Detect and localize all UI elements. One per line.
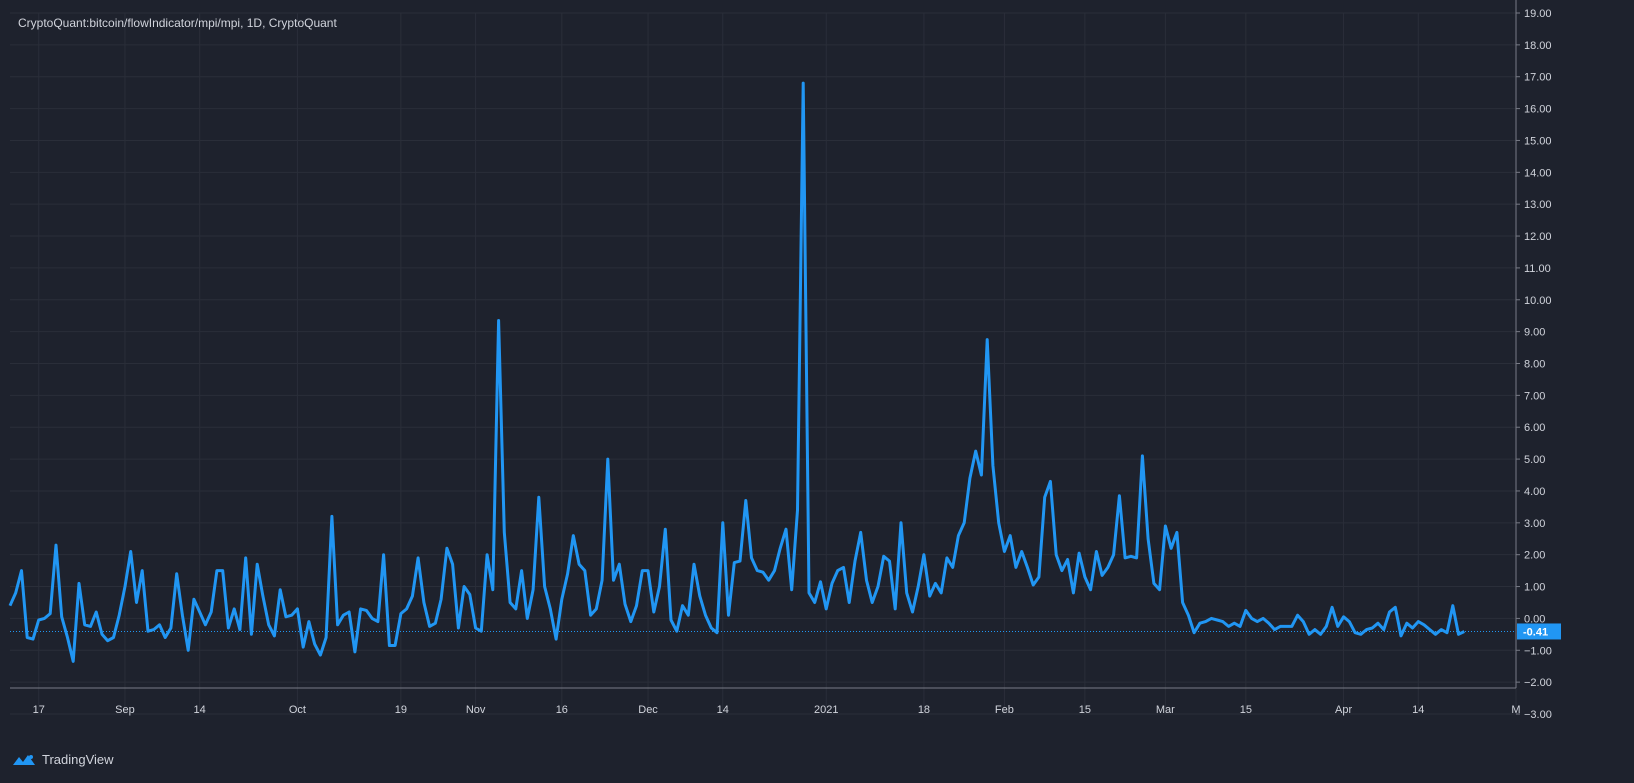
x-tick-label: 18 — [918, 704, 930, 716]
chart-area[interactable]: −3.00 −2.00 −1.00 0.00 1.00 2.00 3.00 4.00 5.00 6… — [0, 0, 1634, 778]
x-tick-label: Mar — [1156, 704, 1175, 716]
x-tick-label: M — [1511, 704, 1520, 716]
series-layer — [8, 81, 1516, 663]
y-tick-label: 12.00 — [1524, 231, 1552, 243]
y-tick-label: 7.00 — [1524, 390, 1545, 402]
tradingview-label: TradingView — [42, 752, 114, 767]
x-tick-label: Sep — [115, 704, 135, 716]
y-tick-label: 16.00 — [1524, 104, 1552, 116]
x-tick-label: Oct — [289, 704, 306, 716]
y-tick-label: −3.00 — [1524, 709, 1552, 721]
y-tick-label: 1.00 — [1524, 582, 1545, 594]
chart-svg: −3.00−2.00−1.000.001.002.003.004.005.006… — [8, 0, 1561, 721]
y-tick-label: 13.00 — [1524, 199, 1552, 211]
y-tick-label: 17.00 — [1524, 72, 1552, 84]
y-tick-label: 6.00 — [1524, 422, 1545, 434]
y-tick-label: 5.00 — [1524, 454, 1545, 466]
x-tick-label: 14 — [717, 704, 729, 716]
y-tick-label: −1.00 — [1524, 645, 1552, 657]
x-tick-label: 14 — [194, 704, 206, 716]
y-tick-label: 19.00 — [1524, 8, 1552, 20]
tradingview-logo-icon — [12, 753, 36, 767]
label-layer: -0.41 — [1517, 623, 1561, 640]
x-tick-label: 14 — [1412, 704, 1424, 716]
tradingview-brand[interactable]: TradingView — [12, 752, 114, 767]
x-tick-label: Apr — [1335, 704, 1352, 716]
last-value-label: -0.41 — [1523, 626, 1548, 638]
x-tick-label: Nov — [466, 704, 486, 716]
x-tick-label: Feb — [995, 704, 1014, 716]
x-tick-label: Dec — [638, 704, 658, 716]
y-tick-label: 11.00 — [1524, 263, 1551, 275]
y-tick-label: 10.00 — [1524, 295, 1552, 307]
y-tick-label: 3.00 — [1524, 518, 1545, 530]
y-tick-label: 8.00 — [1524, 359, 1545, 371]
y-tick-label: 18.00 — [1524, 40, 1552, 52]
y-tick-label: 9.00 — [1524, 327, 1545, 339]
y-tick-label: 2.00 — [1524, 550, 1545, 562]
x-tick-label: 17 — [33, 704, 45, 716]
y-tick-label: 14.00 — [1524, 167, 1552, 179]
x-tick-label: 15 — [1240, 704, 1252, 716]
y-tick-label: −2.00 — [1524, 677, 1552, 689]
x-tick-label: 15 — [1079, 704, 1091, 716]
y-tick-label: 4.00 — [1524, 486, 1545, 498]
x-tick-label: 2021 — [814, 704, 838, 716]
grid-layer — [10, 12, 1517, 715]
y-tick-label: 15.00 — [1524, 135, 1552, 147]
chart-title: CryptoQuant:bitcoin/flowIndicator/mpi/mp… — [18, 16, 337, 30]
x-tick-label: 16 — [556, 704, 568, 716]
x-tick-label: 19 — [395, 704, 407, 716]
